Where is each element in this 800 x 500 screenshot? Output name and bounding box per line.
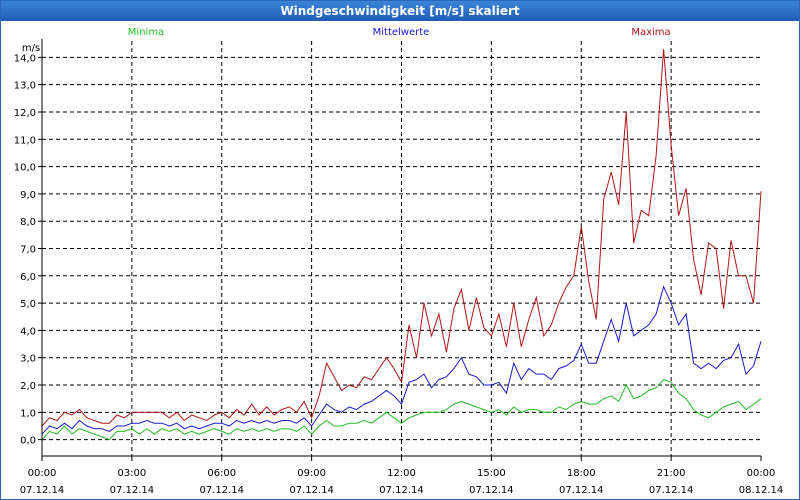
- y-tick-label: 5,0: [20, 299, 36, 310]
- x-tick-time-label: 03:00: [117, 468, 146, 479]
- x-tick-date-label: 07.12.14: [559, 485, 604, 496]
- x-tick-labels: 00:00 07.12.14 03:00 07.12.14 06:00 07.12.14 0…: [20, 468, 784, 496]
- legend-mittelwerte: Mittelwerte: [373, 27, 430, 38]
- x-tick-time-label: 18:00: [567, 468, 596, 479]
- x-tick-time-label: 00:00: [28, 468, 57, 479]
- y-tick-label: 10,0: [14, 163, 36, 174]
- y-axis-label: m/s: [22, 43, 40, 54]
- x-tick-date-label: 07.12.14: [20, 485, 65, 496]
- y-tick-label: 11,0: [14, 135, 36, 146]
- series-line-minima: [41, 379, 762, 441]
- x-tick-time-label: 15:00: [477, 468, 506, 479]
- x-tick-date-label: 07.12.14: [469, 485, 514, 496]
- legend-maxima: Maxima: [631, 27, 670, 38]
- x-tick-date-label: 07.12.14: [649, 485, 694, 496]
- x-tick-time-label: 06:00: [207, 468, 236, 479]
- y-tick-label: 9,0: [20, 190, 36, 201]
- x-tick-date-label: 07.12.14: [110, 485, 155, 496]
- x-tick-date-label: 07.12.14: [199, 485, 244, 496]
- y-tick-label: 2,0: [20, 381, 36, 392]
- y-tick-label: 7,0: [20, 245, 36, 256]
- legend-minima: Minima: [128, 27, 164, 38]
- x-tick-date-label: 07.12.14: [379, 485, 424, 496]
- wind-speed-chart: m/s Minima Mittelwerte Maxima 0,0 1,0 2,0 3…: [14, 27, 784, 496]
- y-tick-label: 4,0: [20, 326, 36, 337]
- x-tick-date-label: 08.12.14: [739, 485, 784, 496]
- y-tick-labels: 0,0 1,0 2,0 3,0 4,0 5,0 6,0 7,0 8,0 9,0 10,0 11,0 12…: [14, 53, 36, 446]
- y-tick-label: 3,0: [20, 354, 36, 365]
- x-tick-date-label: 07.12.14: [289, 485, 334, 496]
- x-tick-time-label: 21:00: [657, 468, 686, 479]
- y-tick-label: 1,0: [20, 408, 36, 419]
- y-tick-label: 13,0: [14, 81, 36, 92]
- y-tick-label: 12,0: [14, 108, 36, 119]
- y-tick-label: 0,0: [20, 436, 36, 447]
- chart-window: Windgeschwindigkeit [m/s] skaliert m/s M…: [0, 0, 800, 500]
- x-tick-time-label: 09:00: [297, 468, 326, 479]
- x-tick-time-label: 12:00: [387, 468, 416, 479]
- y-tick-label: 6,0: [20, 272, 36, 283]
- grid-layer: [38, 41, 762, 461]
- y-tick-label: 8,0: [20, 217, 36, 228]
- y-tick-label: 14,0: [14, 53, 36, 64]
- x-tick-time-label: 00:00: [747, 468, 776, 479]
